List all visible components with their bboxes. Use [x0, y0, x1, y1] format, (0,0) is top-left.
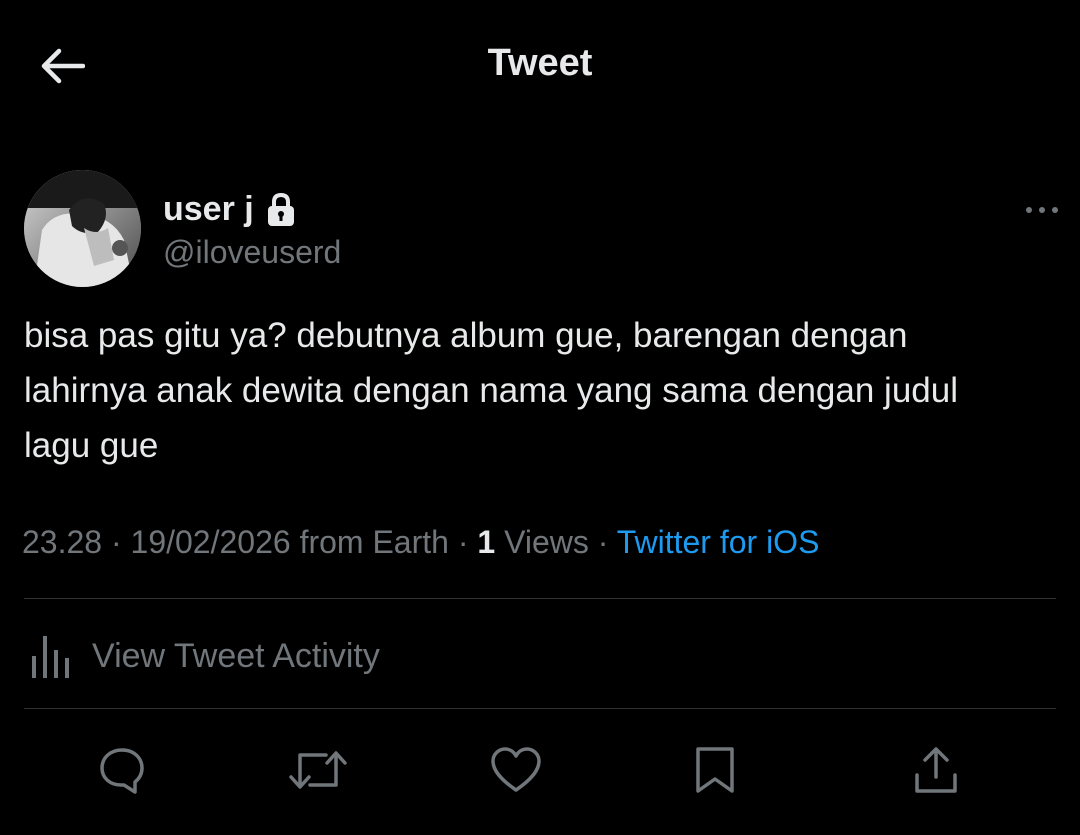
view-tweet-activity-label: View Tweet Activity — [92, 636, 380, 675]
more-button[interactable] — [1020, 200, 1064, 220]
tweet-time: 23.28 — [22, 524, 103, 560]
lock-icon — [267, 192, 294, 226]
like-button[interactable] — [484, 738, 548, 802]
tweet-author: user j @iloveuserd — [24, 170, 1064, 288]
views-label: Views — [504, 524, 589, 560]
reply-icon — [100, 748, 144, 794]
retweet-icon — [289, 751, 347, 789]
action-bar — [0, 738, 1080, 802]
share-icon — [915, 747, 957, 793]
heart-icon — [491, 747, 541, 792]
tweet-meta: 23.28 · 19/02/2026 from Earth · 1 Views … — [22, 524, 819, 561]
meta-separator: · — [588, 524, 617, 560]
view-tweet-activity-button[interactable]: View Tweet Activity — [30, 628, 380, 684]
divider — [24, 598, 1056, 599]
retweet-button[interactable] — [286, 738, 350, 802]
avatar[interactable] — [24, 170, 141, 287]
tweet-date: 19/02/2026 — [130, 524, 291, 560]
tweet-source-link[interactable]: Twitter for iOS — [617, 524, 820, 560]
bookmark-button[interactable] — [683, 738, 747, 802]
reply-button[interactable] — [90, 738, 154, 802]
tweet-location: from Earth — [299, 524, 449, 560]
divider — [24, 708, 1056, 709]
share-button[interactable] — [904, 738, 968, 802]
avatar-image — [24, 170, 141, 287]
more-horizontal-icon — [1026, 207, 1058, 213]
meta-separator: · — [102, 524, 131, 560]
analytics-icon — [32, 636, 69, 678]
user-handle[interactable]: @iloveuserd — [163, 234, 341, 271]
views-count: 1 — [477, 524, 496, 560]
display-name[interactable]: user j — [163, 190, 254, 229]
tweet-text: bisa pas gitu ya? debutnya album gue, ba… — [24, 316, 958, 465]
page-title: Tweet — [487, 42, 593, 84]
top-bar: Tweet — [0, 0, 1080, 130]
meta-separator: · — [448, 524, 478, 560]
bookmark-icon — [696, 747, 734, 793]
name-row: user j — [163, 190, 296, 229]
